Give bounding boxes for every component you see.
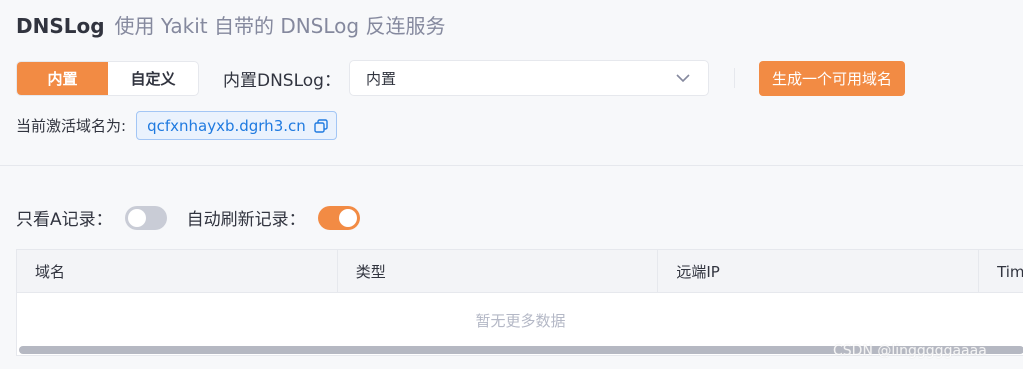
active-domain-value: qcfxnhayxb.dgrh3.cn (147, 116, 306, 135)
dnslog-config-row: 内置 自定义 内置DNSLog： 内置 生成一个可用域名 (16, 60, 905, 96)
active-domain-label: 当前激活域名为: (16, 117, 127, 135)
page-header: DNSLog 使用 Yakit 自带的 DNSLog 反连服务 (16, 10, 445, 39)
a-record-toggle[interactable] (124, 205, 167, 230)
column-header-time[interactable]: Tim (979, 250, 1023, 293)
a-record-toggle-label: 只看A记录： (16, 210, 113, 230)
column-header-type[interactable]: 类型 (338, 250, 659, 293)
column-header-remote-ip[interactable]: 远端IP (658, 250, 980, 293)
table-header: 域名 类型 远端IP Tim (17, 250, 1023, 293)
active-domain-tag[interactable]: qcfxnhayxb.dgrh3.cn (136, 111, 337, 140)
builtin-dnslog-label: 内置DNSLog： (223, 70, 341, 91)
mode-custom-button[interactable]: 自定义 (108, 62, 198, 95)
page-subtitle: 使用 Yakit 自带的 DNSLog 反连服务 (114, 14, 446, 38)
builtin-dnslog-select-value: 内置 (365, 69, 396, 88)
copy-icon[interactable] (314, 118, 328, 133)
mode-builtin-button[interactable]: 内置 (17, 61, 108, 95)
section-divider (0, 165, 1023, 166)
chevron-down-icon (676, 74, 690, 83)
column-header-domain[interactable]: 域名 (17, 250, 338, 293)
page-title: DNSLog (16, 14, 105, 38)
toggle-knob (338, 208, 357, 227)
generate-domain-button[interactable]: 生成一个可用域名 (758, 60, 905, 96)
toggle-knob (127, 208, 146, 227)
active-domain-row: 当前激活域名为: qcfxnhayxb.dgrh3.cn (16, 111, 337, 140)
table-empty-text: 暂无更多数据 (475, 312, 566, 330)
builtin-dnslog-select[interactable]: 内置 (348, 60, 709, 96)
auto-refresh-toggle[interactable] (317, 205, 360, 230)
dnslog-records-table: 域名 类型 远端IP Tim 暂无更多数据 (16, 249, 1023, 356)
filter-row: 只看A记录： 自动刷新记录： (16, 205, 360, 230)
auto-refresh-toggle-label: 自动刷新记录： (186, 210, 306, 230)
divider (733, 68, 735, 88)
watermark: CSDN @lingggggaaaa (833, 343, 987, 359)
mode-segmented-control: 内置 自定义 (16, 60, 199, 96)
